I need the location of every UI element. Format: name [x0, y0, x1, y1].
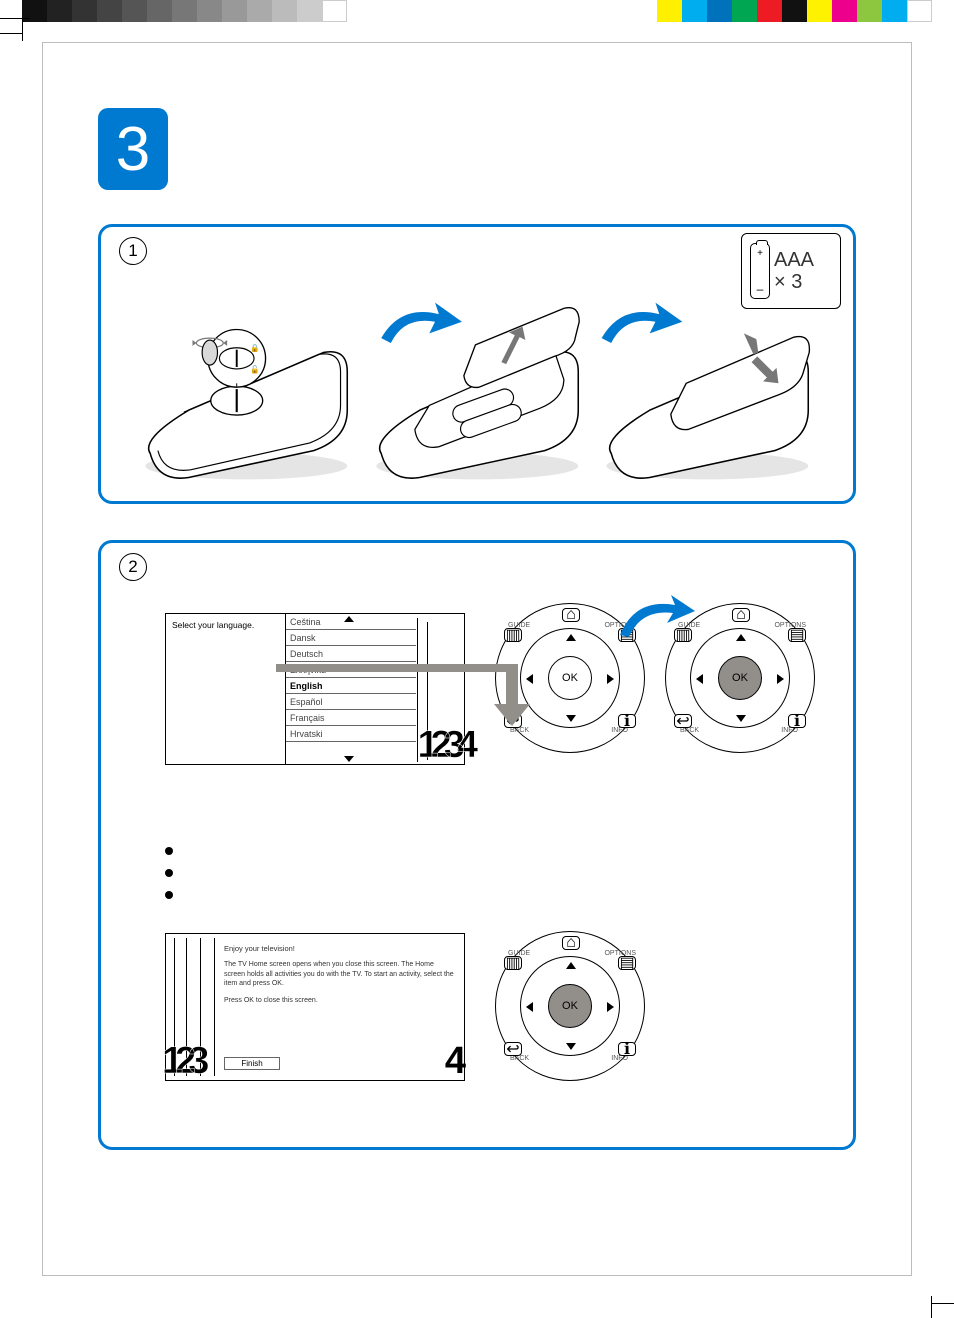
color-bar-color — [657, 0, 932, 22]
wizard-left-nums: 123 — [162, 1040, 201, 1083]
svg-text:🔒: 🔒 — [250, 344, 260, 353]
remote-insert-batteries — [362, 291, 593, 491]
color-bar-grayscale — [22, 0, 347, 22]
finish-body: The TV Home screen opens when you close … — [224, 960, 454, 988]
guide-button-icon: ▥ — [504, 628, 522, 642]
select-arrow-icon — [276, 664, 536, 734]
remote-open-cover: 🔒 🔓 — [131, 291, 362, 491]
home-icon: ⌂ — [732, 608, 750, 622]
chapter-badge: 3 — [98, 108, 168, 190]
panel-step-1: 1 + – AAA × 3 🔒 🔓 — [98, 224, 856, 504]
remote-dial-confirm: GUIDE OPTIONS BACK INFO ⌂ ▥ ▤ ↩ ℹ OK — [665, 603, 815, 753]
plus-icon: + — [751, 248, 769, 259]
home-icon: ⌂ — [562, 608, 580, 622]
crop-mark-top-left — [0, 18, 30, 48]
crop-mark-bottom-right — [924, 1288, 954, 1318]
language-option: Ceština — [286, 614, 416, 630]
ok-button: OK — [548, 656, 592, 700]
bullet-placeholders — [165, 833, 173, 913]
scroll-down-icon — [344, 756, 354, 762]
nav-up-arrow — [566, 634, 576, 641]
finish-heading: Enjoy your television! — [224, 944, 454, 954]
info-button-icon: ℹ — [618, 714, 636, 728]
home-icon: ⌂ — [562, 936, 580, 950]
finish-press-ok: Press OK to close this screen. — [224, 996, 454, 1005]
ok-button-highlighted: OK — [718, 656, 762, 700]
remote-dial-finish: GUIDE OPTIONS BACK INFO ⌂ ▥ ▤ ↩ ℹ OK — [495, 931, 645, 1081]
language-prompt: Select your language. — [166, 614, 286, 764]
step-number-2: 2 — [119, 553, 147, 581]
nav-down-arrow — [566, 715, 576, 722]
finish-screen: Enjoy your television! The TV Home scree… — [165, 933, 465, 1081]
step-number-1: 1 — [119, 237, 147, 265]
finish-button: Finish — [224, 1057, 280, 1070]
svg-text:🔓: 🔓 — [250, 365, 260, 374]
language-option: Deutsch — [286, 646, 416, 662]
language-option: Dansk — [286, 630, 416, 646]
panel-step-2: 2 Select your language. CeštinaDanskDeut… — [98, 540, 856, 1150]
ok-button-highlighted: OK — [548, 984, 592, 1028]
remote-illustrations: 🔒 🔓 — [131, 283, 823, 491]
remote-close-cover — [592, 291, 823, 491]
wizard-right-num: 4 — [445, 1040, 466, 1083]
battery-type: AAA — [774, 249, 814, 271]
nav-right-arrow — [607, 674, 614, 684]
